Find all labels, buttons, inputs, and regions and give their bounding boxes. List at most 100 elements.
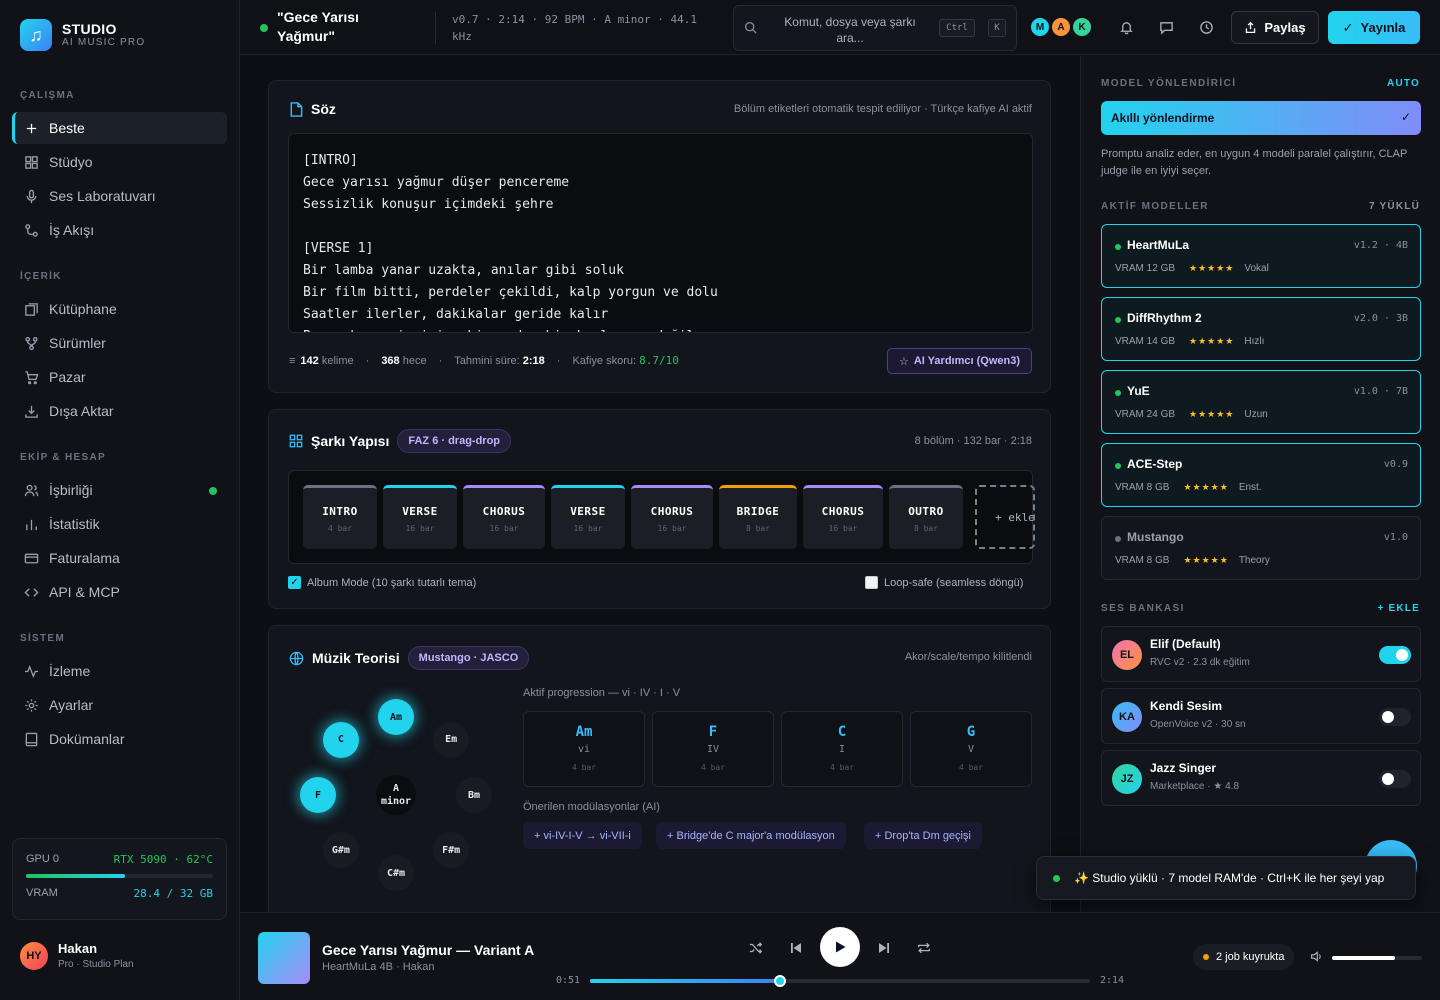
code-icon — [23, 584, 39, 600]
share-button[interactable]: Paylaş — [1231, 11, 1319, 44]
play-button[interactable] — [820, 927, 860, 967]
chord-card[interactable]: GV 4 bar — [910, 711, 1032, 787]
model-card[interactable]: ACE-Step v0.9 VRAM 8 GB ★★★★★ Enst. — [1101, 443, 1421, 507]
shuffle-icon[interactable] — [746, 938, 766, 958]
wheel-key[interactable]: Bm — [456, 777, 492, 813]
right-panel: MODEL YÖNLENDİRİCİ AUTO Akıllı yönlendir… — [1080, 56, 1440, 912]
section-block[interactable]: OUTRO 8 bar — [889, 485, 963, 549]
voice-card[interactable]: EL Elif (Default) RVC v2 · 2.3 dk eğitim — [1101, 626, 1421, 682]
seek-bar[interactable] — [590, 975, 1090, 987]
total-time: 2:14 — [1100, 975, 1125, 986]
wheel-key[interactable]: C — [322, 721, 359, 758]
sidebar-item-31[interactable]: İzleme — [12, 655, 227, 687]
lyrics-editor[interactable]: [INTRO] Gece yarısı yağmur düşer pencerem… — [288, 133, 1033, 333]
voice-toggle[interactable] — [1379, 770, 1411, 788]
user-profile[interactable]: HY Hakan Pro · Studio Plan — [20, 940, 134, 971]
ai-assistant-button[interactable]: ☆ AI Yardımcı (Qwen3) — [886, 348, 1032, 374]
section-block[interactable]: VERSE 16 bar — [551, 485, 625, 549]
router-mode[interactable]: AUTO — [1387, 78, 1420, 89]
voice-card[interactable]: JZ Jazz Singer Marketplace · ★ 4.8 — [1101, 750, 1421, 806]
chord-card[interactable]: Am vi 4 bar — [523, 711, 645, 787]
track-cover[interactable] — [258, 932, 310, 984]
volume-slider[interactable] — [1332, 956, 1422, 960]
section-block[interactable]: BRIDGE 8 bar — [719, 485, 797, 549]
sidebar-item-32[interactable]: Ayarlar — [12, 689, 227, 721]
progression-label: Aktif progression — vi · IV · I · V — [523, 687, 681, 699]
section-block[interactable]: VERSE 16 bar — [383, 485, 457, 549]
sidebar-item-2[interactable]: Stüdyo — [12, 146, 227, 178]
wheel-key[interactable]: Am — [378, 699, 414, 735]
sidebar-item-12[interactable]: Sürümler — [12, 327, 227, 359]
model-rating: ★★★★★ — [1183, 482, 1229, 492]
history-icon[interactable] — [1197, 18, 1215, 36]
model-card[interactable]: YuE v1.0 · 7B VRAM 24 GB ★★★★★ Uzun — [1101, 370, 1421, 434]
next-icon[interactable] — [874, 938, 894, 958]
checkbox-checked[interactable]: ✓ — [288, 576, 301, 589]
add-voice-link[interactable]: + EKLE — [1378, 603, 1421, 614]
section-block[interactable]: CHORUS 16 bar — [803, 485, 883, 549]
sidebar-item-4[interactable]: İş Akışı — [12, 214, 227, 246]
users-icon — [23, 482, 39, 498]
sidebar-item-33[interactable]: Dokümanlar — [12, 723, 227, 755]
smart-routing-button[interactable]: Akıllı yönlendirme ✓ — [1101, 101, 1421, 135]
wheel-key[interactable]: Em — [433, 721, 470, 758]
repeat-icon[interactable] — [914, 938, 934, 958]
command-search[interactable]: Komut, dosya veya şarkı ara... Ctrl K — [733, 5, 1017, 51]
bell-icon[interactable] — [1117, 18, 1135, 36]
volume-icon[interactable] — [1310, 950, 1323, 966]
sidebar-item-22[interactable]: İstatistik — [12, 508, 227, 540]
voice-name: Jazz Singer — [1150, 761, 1217, 775]
modulation-chip[interactable]: + vi-IV-I-V → vi-VII-i — [523, 822, 642, 849]
voice-toggle[interactable] — [1379, 708, 1411, 726]
sidebar-item-1[interactable]: Beste — [12, 112, 227, 144]
section-block[interactable]: INTRO 4 bar — [303, 485, 377, 549]
lyrics-line — [303, 216, 1018, 238]
previous-icon[interactable] — [786, 938, 806, 958]
toggle-knob — [1382, 711, 1394, 723]
sidebar-item-3[interactable]: Ses Laboratuvarı — [12, 180, 227, 212]
structure-summary: 8 bölüm · 132 bar · 2:18 — [914, 435, 1032, 447]
sidebar-item-13[interactable]: Pazar — [12, 361, 227, 393]
voice-subtitle: RVC v2 · 2.3 dk eğitim — [1150, 657, 1250, 668]
section-block[interactable]: CHORUS 16 bar — [463, 485, 545, 549]
chord-card[interactable]: CI 4 bar — [781, 711, 903, 787]
sidebar-item-14[interactable]: Dışa Aktar — [12, 395, 227, 427]
publish-button[interactable]: ✓ Yayınla — [1328, 11, 1420, 44]
seek-handle[interactable] — [774, 975, 786, 987]
chord-roman: IV — [706, 744, 720, 755]
wheel-key[interactable]: F#m — [433, 832, 470, 869]
collaborator-avatar[interactable]: K — [1071, 16, 1093, 38]
chat-icon[interactable] — [1157, 18, 1175, 36]
collaborator-avatars[interactable]: MAK — [1029, 16, 1093, 38]
sidebar-item-23[interactable]: Faturalama — [12, 542, 227, 574]
voice-toggle[interactable] — [1379, 646, 1411, 664]
album-mode-toggle[interactable]: ✓ Album Mode (10 şarkı tutarlı tema) — [288, 576, 476, 589]
wheel-key[interactable]: G#m — [322, 832, 359, 869]
sidebar-item-11[interactable]: Kütüphane — [12, 293, 227, 325]
modulation-chip[interactable]: + Drop'ta Dm geçişi — [864, 822, 982, 849]
wheel-key[interactable]: C#m — [378, 855, 414, 891]
project-title[interactable]: "Gece Yarısı Yağmur" — [277, 8, 407, 46]
sidebar-item-21[interactable]: İşbirliği — [12, 474, 227, 506]
model-card[interactable]: Mustango v1.0 VRAM 8 GB ★★★★★ Theory — [1101, 516, 1421, 580]
wheel-key[interactable]: F — [300, 777, 336, 813]
sidebar-item-label: Sürümler — [49, 335, 106, 351]
chord-bars: 4 bar — [829, 763, 855, 772]
collaborator-avatar[interactable]: A — [1050, 16, 1072, 38]
loop-safe-toggle[interactable]: Loop-safe (seamless döngü) — [865, 576, 1023, 589]
job-queue-badge[interactable]: 2 job kuyrukta — [1193, 944, 1295, 970]
lyrics-line: [VERSE 1] — [303, 241, 374, 256]
model-card[interactable]: DiffRhythm 2 v2.0 · 3B VRAM 14 GB ★★★★★ Hızl… — [1101, 297, 1421, 361]
modulation-chip[interactable]: + Bridge'de C major'a modülasyon — [656, 822, 846, 849]
model-card[interactable]: HeartMuLa v1.2 · 4B VRAM 12 GB ★★★★★ Vokal — [1101, 224, 1421, 288]
chord-name: F — [708, 724, 718, 740]
publish-label: Yayınla — [1360, 20, 1406, 35]
brand[interactable]: ♫ STUDIO AI MUSIC PRO — [20, 19, 145, 51]
checkbox-unchecked[interactable] — [865, 576, 878, 589]
chord-card[interactable]: F IV 4 bar — [652, 711, 774, 787]
collaborator-avatar[interactable]: M — [1029, 16, 1051, 38]
voice-card[interactable]: KA Kendi Sesim OpenVoice v2 · 30 sn — [1101, 688, 1421, 744]
sidebar-item-24[interactable]: API & MCP — [12, 576, 227, 608]
section-block[interactable]: CHORUS 16 bar — [631, 485, 713, 549]
add-section-button[interactable]: + ekle — [975, 485, 1035, 549]
